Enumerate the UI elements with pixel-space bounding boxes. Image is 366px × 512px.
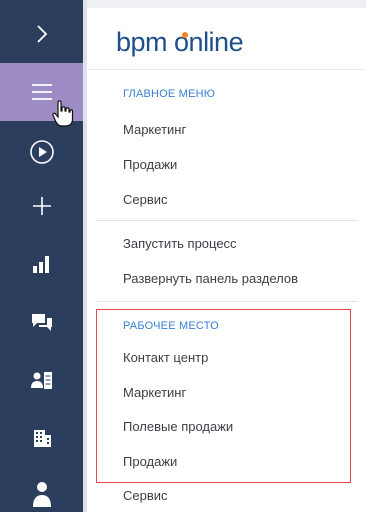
chevron-right-icon bbox=[36, 25, 47, 43]
analytics-button[interactable] bbox=[0, 236, 83, 292]
menu-divider bbox=[96, 220, 358, 221]
bpmonline-logo: bpm online bbox=[116, 27, 244, 58]
communication-button[interactable] bbox=[0, 294, 83, 350]
plus-icon bbox=[32, 197, 51, 215]
accounts-button[interactable] bbox=[0, 410, 83, 466]
workplace-highlight-frame bbox=[96, 309, 351, 483]
chat-icon bbox=[31, 314, 52, 331]
expand-sections-panel-link[interactable]: Развернуть панель разделов bbox=[123, 271, 298, 286]
logo-text-part1: bpm bbox=[116, 27, 168, 57]
panel-top-strip bbox=[87, 0, 366, 8]
menu-item-sales[interactable]: Продажи bbox=[123, 157, 177, 172]
profile-button[interactable] bbox=[0, 466, 83, 512]
hamburger-menu-icon bbox=[31, 84, 52, 100]
add-button[interactable] bbox=[0, 178, 83, 234]
app-window: bpm online ГЛАВНОЕ МЕНЮ Маркетинг Продажи… bbox=[0, 0, 366, 512]
bar-chart-icon bbox=[32, 256, 49, 273]
contacts-button[interactable] bbox=[0, 352, 83, 408]
collapse-sidebar-button[interactable] bbox=[0, 6, 83, 62]
building-icon bbox=[33, 430, 51, 447]
menu-item-marketing[interactable]: Маркетинг bbox=[123, 122, 186, 137]
main-menu-section-title: ГЛАВНОЕ МЕНЮ bbox=[123, 88, 216, 100]
sidebar bbox=[0, 0, 83, 512]
contact-card-icon bbox=[30, 372, 52, 389]
logo-divider bbox=[87, 69, 366, 70]
user-icon bbox=[32, 482, 51, 507]
run-process-link[interactable]: Запустить процесс bbox=[123, 236, 237, 251]
workplace-item-service[interactable]: Сервис bbox=[123, 488, 168, 503]
menu-divider-2 bbox=[96, 301, 358, 302]
start-process-button[interactable] bbox=[0, 124, 83, 180]
play-circle-icon bbox=[29, 140, 54, 164]
hand-cursor-icon bbox=[52, 100, 74, 127]
menu-item-service[interactable]: Сервис bbox=[123, 192, 168, 207]
logo-dot bbox=[182, 32, 188, 38]
